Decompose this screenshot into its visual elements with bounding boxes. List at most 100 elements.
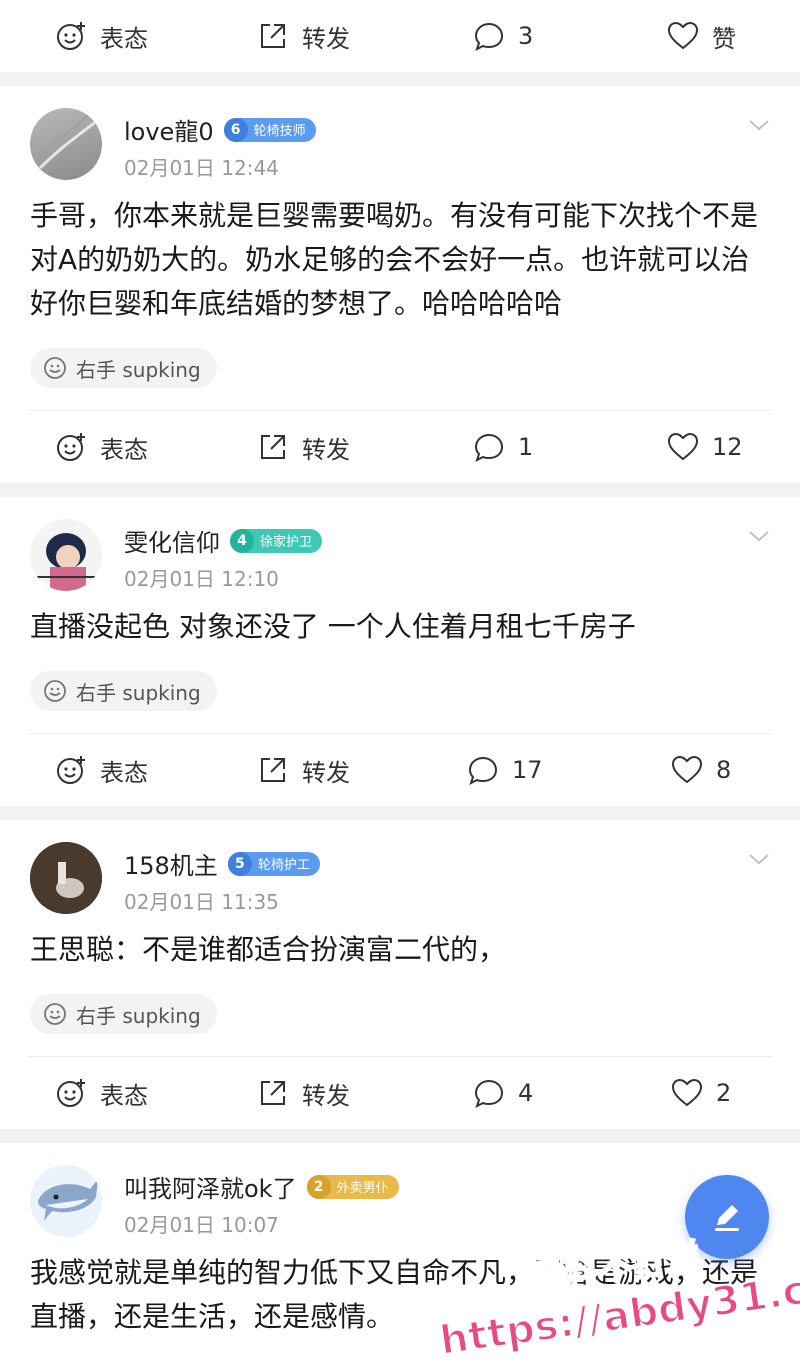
post-time: 02月01日 11:35 <box>124 890 279 914</box>
post-content: 王思聪：不是谁都适合扮演富二代的， <box>30 933 507 966</box>
badge-title: 外卖男仆 <box>336 1181 389 1196</box>
comment-count: 4 <box>518 1079 534 1107</box>
post-action-bar: 表态 转发 1 12 <box>0 411 800 483</box>
section-separator <box>0 1129 800 1143</box>
post-time: 02月01日 12:44 <box>124 156 279 180</box>
edit-icon <box>715 1205 739 1231</box>
tag-face-icon <box>44 357 66 379</box>
badge-title: 轮椅护工 <box>257 858 310 873</box>
comment-button[interactable]: 3 <box>472 19 533 53</box>
post-time: 02月01日 10:07 <box>124 1213 279 1237</box>
avatar[interactable] <box>30 842 102 914</box>
avatar-image <box>32 533 100 591</box>
heart-icon <box>667 21 699 50</box>
username[interactable]: 雯化信仰 <box>124 523 220 558</box>
level-badge: 4 徐家护卫 <box>230 528 323 553</box>
tag-label: 右手 supking <box>76 357 201 382</box>
share-label: 转发 <box>302 1081 350 1110</box>
badge-level: 2 <box>306 1174 331 1199</box>
heart-icon <box>667 432 699 461</box>
comment-count: 3 <box>518 22 534 50</box>
username[interactable]: love龍0 <box>124 112 214 147</box>
post-action-bar: 表态 转发 17 8 <box>0 734 800 806</box>
like-label: 赞 <box>712 24 736 53</box>
like-button[interactable]: 12 <box>666 430 743 464</box>
share-label: 转发 <box>302 758 350 787</box>
avatar[interactable] <box>30 1165 102 1237</box>
comment-icon <box>468 756 498 785</box>
username-row: love龍0 6 轮椅技师 <box>124 112 316 147</box>
comment-icon <box>474 1079 504 1108</box>
share-button[interactable]: 转发 <box>256 430 350 465</box>
comment-button[interactable]: 17 <box>466 753 543 787</box>
post-card: 雯化信仰 4 徐家护卫 02月01日 12:10 直播没起色 对象还没了 一个人… <box>0 497 800 806</box>
share-button[interactable]: 转发 <box>256 1076 350 1111</box>
smiley-plus-icon <box>57 756 85 784</box>
chevron-down-icon[interactable] <box>748 848 770 870</box>
comment-button[interactable]: 4 <box>472 1076 533 1110</box>
comment-icon <box>474 22 504 51</box>
post-content: 直播没起色 对象还没了 一个人住着月租七千房子 <box>30 610 636 643</box>
share-button[interactable]: 转发 <box>256 753 350 788</box>
section-separator <box>0 72 800 86</box>
badge-title: 轮椅技师 <box>253 124 306 139</box>
topic-tag[interactable]: 右手 supking <box>30 671 217 711</box>
comment-count: 17 <box>512 756 543 784</box>
post-time: 02月01日 12:10 <box>124 567 279 591</box>
react-button[interactable]: 表态 <box>54 430 148 465</box>
tag-face-icon <box>44 1003 66 1025</box>
level-badge: 6 轮椅技师 <box>223 117 316 142</box>
tag-face-icon <box>44 680 66 702</box>
chevron-down-icon[interactable] <box>748 525 770 547</box>
avatar-image <box>30 842 102 914</box>
username-row: 叫我阿泽就ok了 2 外卖男仆 <box>124 1169 399 1204</box>
react-button[interactable]: 表态 <box>54 19 148 54</box>
avatar-image <box>30 112 99 170</box>
post-header: 雯化信仰 4 徐家护卫 02月01日 12:10 <box>0 497 800 605</box>
topic-tag[interactable]: 右手 supking <box>30 348 217 388</box>
react-label: 表态 <box>100 1081 148 1110</box>
post-card: love龍0 6 轮椅技师 02月01日 12:44 手哥，你本来就是巨婴需要喝… <box>0 86 800 483</box>
like-button[interactable]: 赞 <box>666 19 736 54</box>
share-label: 转发 <box>302 24 350 53</box>
badge-level: 5 <box>227 851 252 876</box>
username[interactable]: 158机主 <box>124 846 218 881</box>
avatar[interactable] <box>30 108 102 180</box>
smiley-plus-icon <box>57 22 85 50</box>
share-button[interactable]: 转发 <box>256 19 350 54</box>
like-count: 2 <box>716 1079 732 1107</box>
comment-button[interactable]: 1 <box>472 430 533 464</box>
level-badge: 2 外卖男仆 <box>306 1174 399 1199</box>
username[interactable]: 叫我阿泽就ok了 <box>124 1169 297 1204</box>
like-button[interactable]: 2 <box>670 1076 731 1110</box>
react-label: 表态 <box>100 435 148 464</box>
post-header: 158机主 5 轮椅护工 02月01日 11:35 <box>0 820 800 928</box>
like-button[interactable]: 8 <box>670 753 731 787</box>
chevron-down-icon[interactable] <box>748 114 770 136</box>
avatar[interactable] <box>30 519 102 591</box>
share-icon <box>261 24 285 48</box>
post-card: 158机主 5 轮椅护工 02月01日 11:35 王思聪：不是谁都适合扮演富二… <box>0 820 800 1129</box>
badge-level: 6 <box>223 117 248 142</box>
topic-tag[interactable]: 右手 supking <box>30 994 217 1034</box>
username-row: 雯化信仰 4 徐家护卫 <box>124 523 323 558</box>
like-count: 8 <box>716 756 732 784</box>
react-button[interactable]: 表态 <box>54 753 148 788</box>
comment-icon <box>474 433 504 462</box>
share-icon <box>261 1081 285 1105</box>
section-separator <box>0 806 800 820</box>
share-icon <box>261 758 285 782</box>
heart-icon <box>671 1078 703 1107</box>
react-button[interactable]: 表态 <box>54 1076 148 1111</box>
react-label: 表态 <box>100 758 148 787</box>
share-icon <box>261 435 285 459</box>
react-label: 表态 <box>100 24 148 53</box>
post-action-bar: 表态 转发 4 2 <box>0 1057 800 1129</box>
post-content: 手哥，你本来就是巨婴需要喝奶。有没有可能下次找个不是对A的奶奶大的。奶水足够的会… <box>30 199 759 320</box>
tag-label: 右手 supking <box>76 1003 201 1028</box>
share-label: 转发 <box>302 435 350 464</box>
badge-title: 徐家护卫 <box>260 535 313 550</box>
badge-level: 4 <box>230 528 254 553</box>
like-count: 12 <box>712 433 743 461</box>
comment-count: 1 <box>518 433 534 461</box>
